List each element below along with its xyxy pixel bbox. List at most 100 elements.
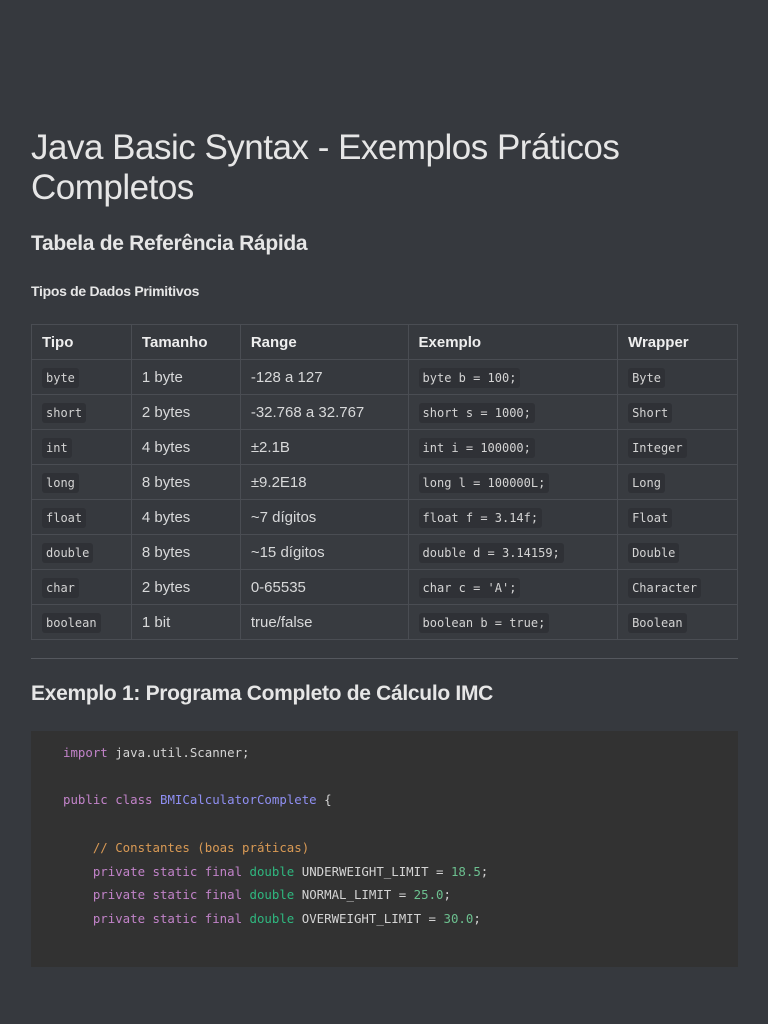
- inline-code: Byte: [628, 367, 665, 388]
- table-cell: short s = 1000;: [407, 394, 619, 430]
- inline-code: Integer: [628, 437, 687, 458]
- inline-code: byte: [42, 367, 79, 388]
- code-line: private static final double OVERWEIGHT_L…: [63, 910, 481, 926]
- column-header: Wrapper: [617, 324, 738, 360]
- code-keyword: public class: [63, 792, 160, 808]
- table-row: short 2 bytes -32.768 a 32.767 short s = 10…: [31, 394, 738, 430]
- code-identifier: OVERWEIGHT_LIMIT: [301, 910, 422, 926]
- column-header: Range: [239, 324, 409, 360]
- code-comment: // Constantes (boas práticas): [63, 839, 310, 855]
- code-keyword: private static final: [63, 863, 250, 879]
- code-class-name: BMICalculatorComplete: [159, 792, 317, 808]
- table-row: double 8 bytes ~15 dígitos double d = 3.141…: [31, 534, 738, 570]
- table-cell: long: [31, 464, 132, 500]
- table-cell: ±2.1B: [239, 429, 409, 465]
- table-row: char 2 bytes 0-65535 char c = 'A'; Character: [31, 569, 738, 605]
- table-cell: char c = 'A';: [407, 569, 619, 605]
- table-cell: -32.768 a 32.767: [239, 394, 409, 430]
- code-line: private static final double UNDERWEIGHT_…: [63, 863, 489, 879]
- inline-code: boolean b = true;: [418, 612, 550, 633]
- table-cell: 8 bytes: [130, 464, 241, 500]
- table-cell: 0-65535: [239, 569, 409, 605]
- column-header: Exemplo: [407, 324, 619, 360]
- inline-code: Short: [628, 402, 673, 423]
- inline-code: double: [42, 542, 94, 563]
- table-cell: Integer: [617, 429, 738, 465]
- table-cell: int: [31, 429, 132, 465]
- table-row: boolean 1 bit true/false boolean b = true; B…: [31, 604, 738, 640]
- table-cell: Character: [617, 569, 738, 605]
- table-cell: ~15 dígitos: [239, 534, 409, 570]
- table-row: long 8 bytes ±9.2E18 long l = 100000L; Long: [31, 464, 738, 500]
- code-keyword: import: [63, 745, 108, 760]
- code-number: 18.5: [450, 863, 481, 879]
- table-cell: 2 bytes: [130, 569, 241, 605]
- code-number: 25.0: [413, 887, 444, 903]
- code-text: {: [316, 792, 332, 808]
- table-cell: 4 bytes: [130, 429, 241, 465]
- table-cell: Double: [617, 534, 738, 570]
- inline-code: Double: [628, 542, 680, 563]
- column-header: Tamanho: [130, 324, 241, 360]
- inline-code: Float: [628, 507, 673, 528]
- table-cell: ±9.2E18: [239, 464, 409, 500]
- inline-code: long l = 100000L;: [418, 472, 550, 493]
- page-title: Java Basic Syntax - Exemplos Práticos Co…: [31, 128, 620, 207]
- table-cell: 2 bytes: [130, 394, 241, 430]
- table-cell: long l = 100000L;: [407, 464, 619, 500]
- inline-code: int: [42, 437, 72, 458]
- inline-code: float: [42, 507, 87, 528]
- table-cell: -128 a 127: [239, 359, 409, 395]
- table-row: byte 1 byte -128 a 127 byte b = 100; Byte: [31, 359, 738, 395]
- code-identifier: NORMAL_LIMIT: [301, 887, 392, 903]
- inline-code: long: [42, 472, 79, 493]
- inline-code: int i = 100000;: [418, 437, 535, 458]
- code-keyword: private static final: [63, 910, 250, 926]
- column-header: Tipo: [31, 324, 132, 360]
- code-block: import java.util.Scanner; public class B…: [31, 731, 738, 967]
- code-keyword: private static final: [63, 887, 250, 903]
- table-cell: boolean b = true;: [407, 604, 619, 640]
- table-cell: Short: [617, 394, 738, 430]
- inline-code: byte b = 100;: [418, 367, 521, 388]
- table-cell: boolean: [31, 604, 132, 640]
- inline-code: double d = 3.14159;: [418, 542, 564, 563]
- table-row: int 4 bytes ±2.1B int i = 100000; Integer: [31, 429, 738, 465]
- table-cell: int i = 100000;: [407, 429, 619, 465]
- table-cell: true/false: [239, 604, 409, 640]
- table-cell: Long: [617, 464, 738, 500]
- table-cell: Boolean: [617, 604, 738, 640]
- code-number: 30.0: [443, 910, 474, 926]
- code-type: double: [249, 910, 295, 926]
- section-heading: Tabela de Referência Rápida: [31, 232, 308, 255]
- table-cell: double: [31, 534, 132, 570]
- primitive-types-table: Tipo Tamanho Range Exemplo Wrapper byte 1 byt…: [31, 324, 738, 640]
- table-cell: Byte: [617, 359, 738, 395]
- table-cell: 8 bytes: [130, 534, 241, 570]
- table-cell: short: [31, 394, 132, 430]
- code-type: double: [249, 887, 295, 903]
- subsection-heading: Tipos de Dados Primitivos: [31, 283, 200, 299]
- code-type: double: [249, 863, 295, 879]
- code-line: private static final double NORMAL_LIMIT…: [63, 887, 451, 903]
- table-cell: float: [31, 499, 132, 535]
- section-heading: Exemplo 1: Programa Completo de Cálculo …: [31, 682, 494, 705]
- table-cell: 1 byte: [130, 359, 241, 395]
- table-cell: char: [31, 569, 132, 605]
- table-row: float 4 bytes ~7 dígitos float f = 3.14f; Fl…: [31, 499, 738, 535]
- code-text: java.util.Scanner;: [107, 745, 250, 760]
- table-cell: double d = 3.14159;: [407, 534, 619, 570]
- code-identifier: UNDERWEIGHT_LIMIT: [301, 863, 429, 879]
- inline-code: float f = 3.14f;: [418, 507, 543, 528]
- inline-code: char c = 'A';: [418, 577, 521, 598]
- inline-code: boolean: [42, 612, 101, 633]
- inline-code: short s = 1000;: [418, 402, 535, 423]
- table-cell: 4 bytes: [130, 499, 241, 535]
- inline-code: short: [42, 402, 87, 423]
- table-cell: byte: [31, 359, 132, 395]
- inline-code: char: [42, 577, 79, 598]
- table-cell: ~7 dígitos: [239, 499, 409, 535]
- table-cell: Float: [617, 499, 738, 535]
- divider: [31, 658, 738, 659]
- inline-code: Long: [628, 472, 665, 493]
